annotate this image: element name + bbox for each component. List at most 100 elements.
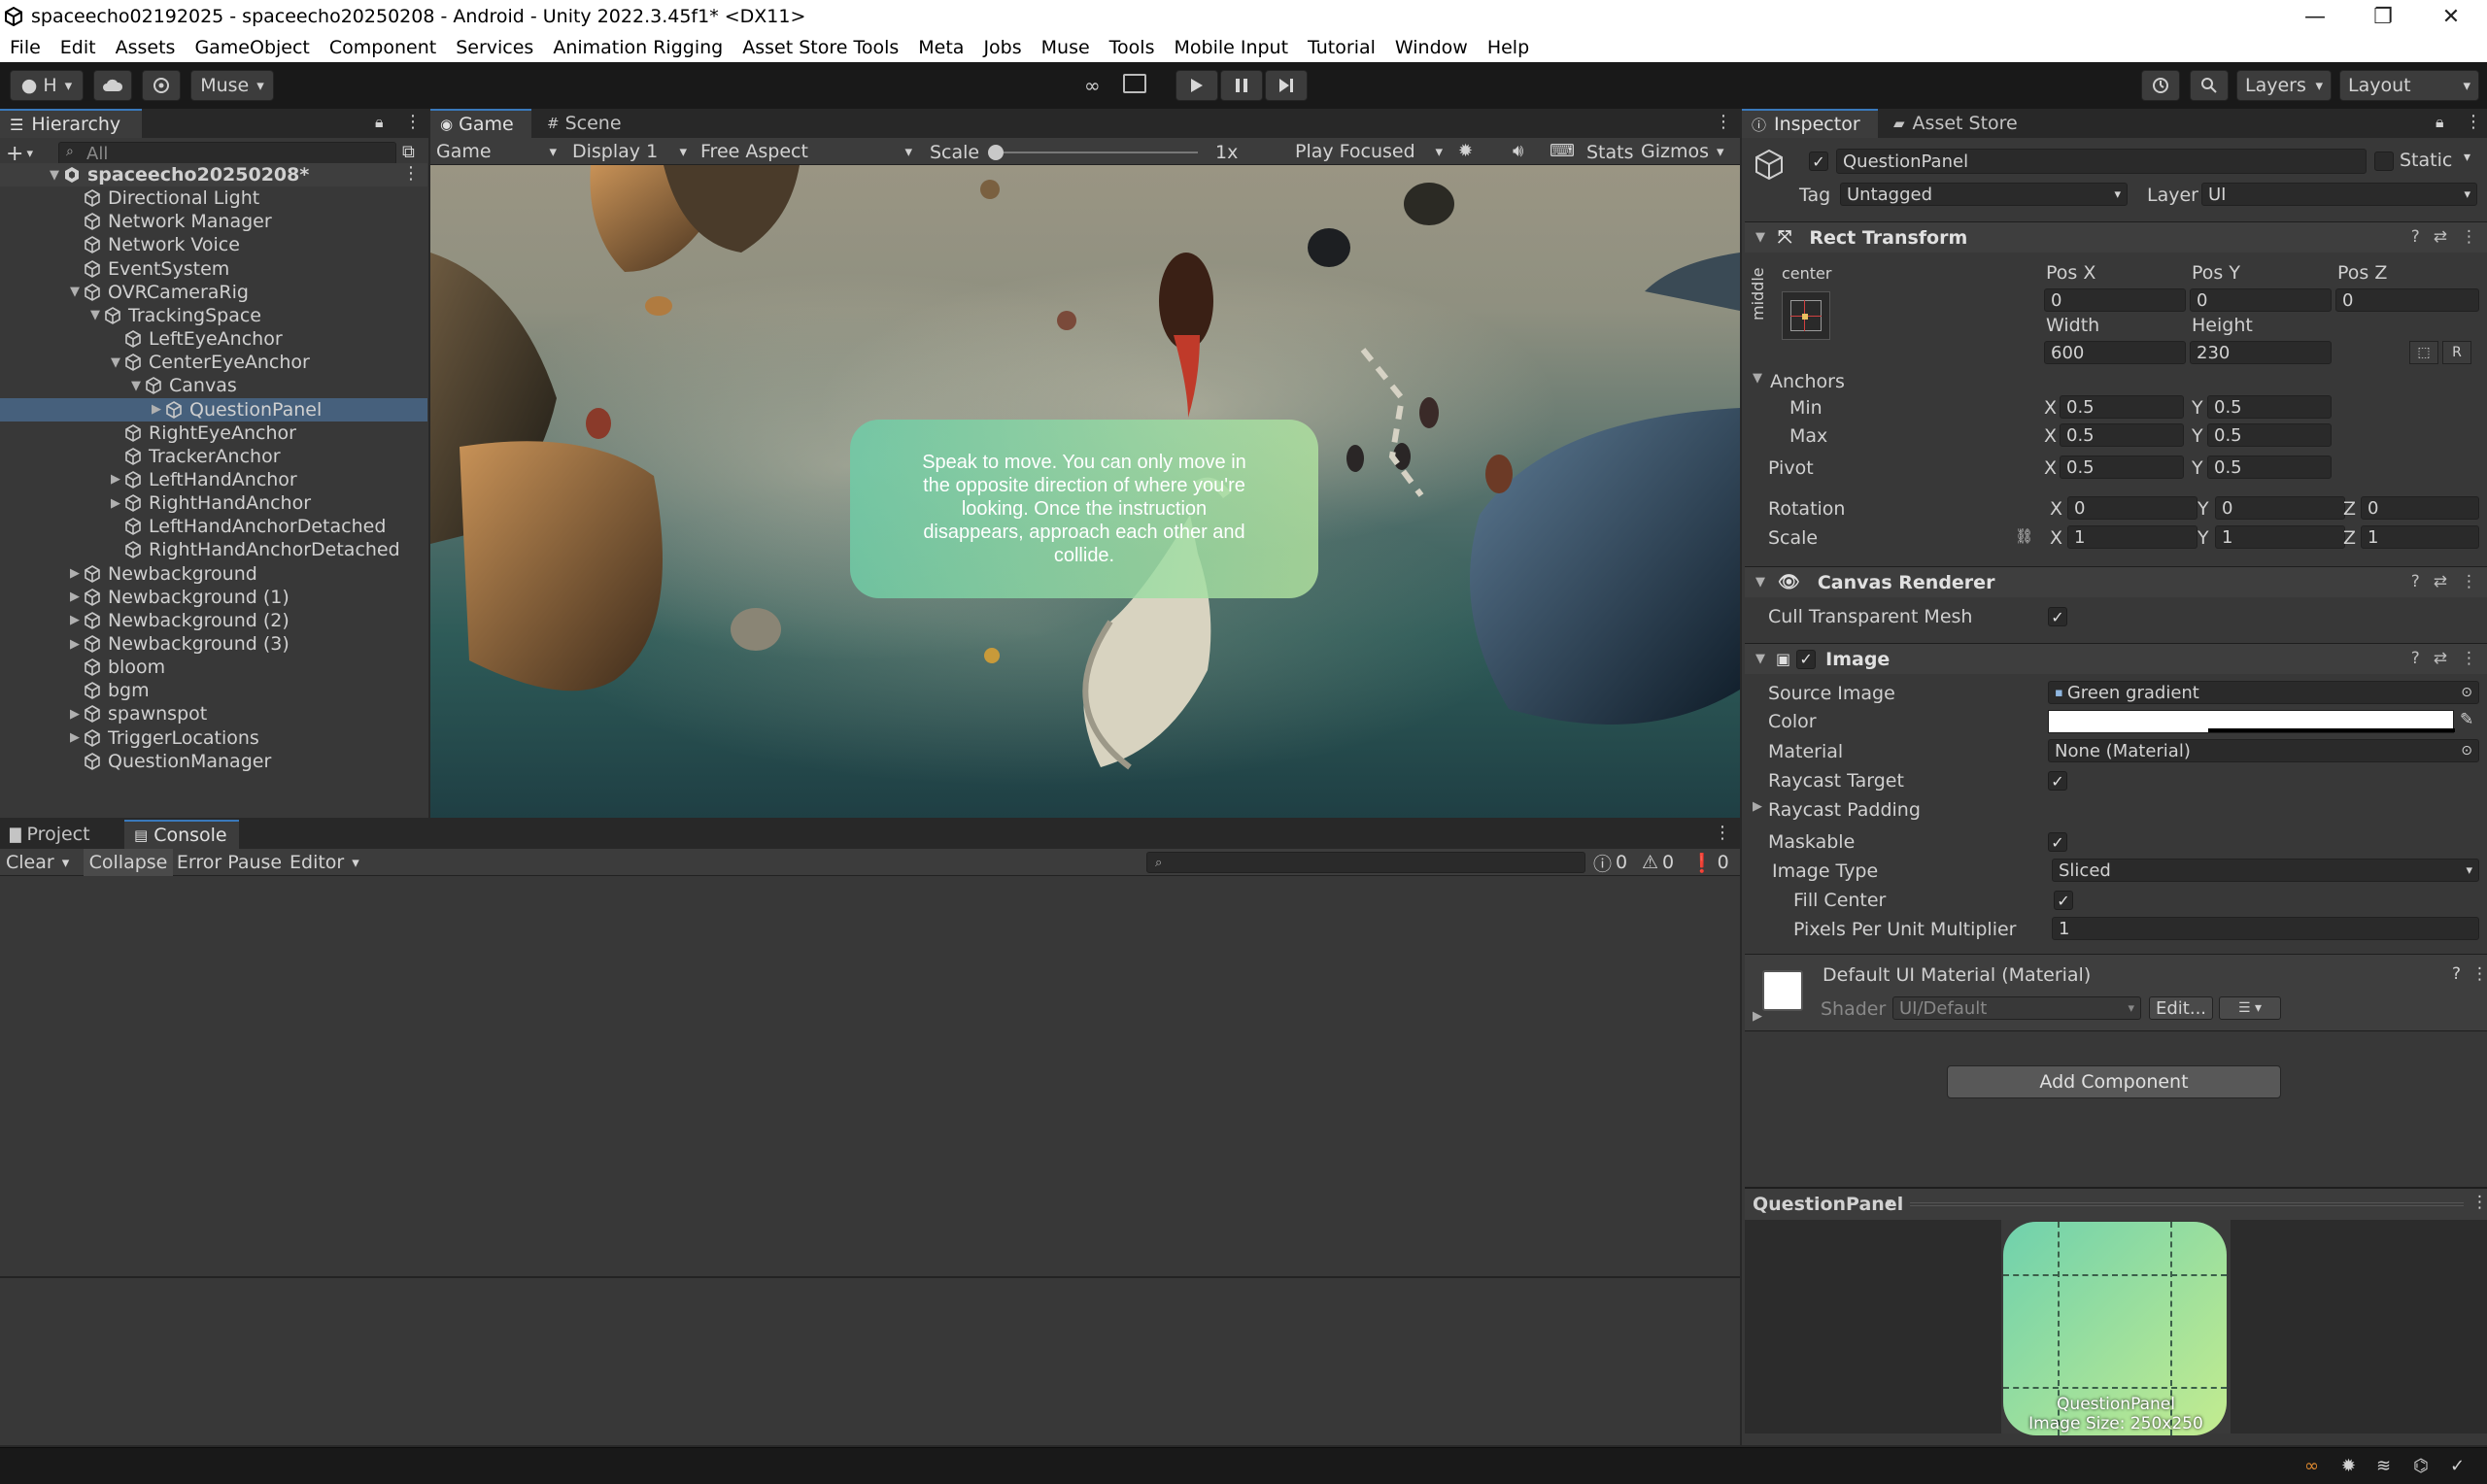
pivot-y-field[interactable]: 0.5: [2207, 455, 2332, 479]
tag-dropdown[interactable]: Untagged ▾: [1840, 183, 2128, 206]
lock-icon[interactable]: 🔒︎: [2436, 113, 2444, 132]
color-swatch[interactable]: [2048, 710, 2455, 733]
view-select-dropdown[interactable]: Game: [436, 140, 562, 163]
menu-jobs[interactable]: Jobs: [983, 37, 1021, 58]
hierarchy-item[interactable]: LeftEyeAnchor: [0, 327, 427, 351]
hierarchy-search-input[interactable]: All: [58, 142, 396, 165]
material-field[interactable]: None (Material) ⊙: [2048, 739, 2479, 762]
eyedropper-icon[interactable]: ✎: [2460, 710, 2473, 729]
preset-icon[interactable]: ⇄: [2434, 227, 2447, 247]
object-name-field[interactable]: QuestionPanel: [1836, 149, 2367, 174]
hierarchy-item[interactable]: RightHandAnchorDetached: [0, 538, 427, 561]
image-enabled-checkbox[interactable]: ✓: [1796, 649, 1817, 669]
help-icon[interactable]: ?: [2411, 649, 2420, 668]
layout-dropdown[interactable]: Layout: [2339, 70, 2479, 101]
log-count-toggle[interactable]: ⓘ 0: [1593, 851, 1638, 875]
hierarchy-item[interactable]: ▶ spawnspot: [0, 702, 427, 725]
hierarchy-item[interactable]: ▶ Newbackground: [0, 562, 427, 586]
static-checkbox[interactable]: [2374, 152, 2394, 171]
link-icon[interactable]: ⛓: [2015, 527, 2033, 545]
rotation-y-field[interactable]: 0: [2215, 496, 2345, 520]
expand-arrow-icon[interactable]: ▼: [87, 308, 103, 322]
raycast-padding-foldout-icon[interactable]: ▶: [1753, 799, 1762, 814]
rect-transform-header[interactable]: ▼ ⤧ Rect Transform ? ⇄ ⋮: [1745, 221, 2487, 253]
collapse-toggle[interactable]: Collapse: [84, 849, 173, 876]
expand-arrow-icon[interactable]: ▶: [67, 637, 83, 652]
expand-arrow-icon[interactable]: ▶: [108, 496, 123, 511]
preview-more-icon[interactable]: ⋮: [2471, 1193, 2487, 1212]
add-component-button[interactable]: Add Component: [1947, 1065, 2281, 1098]
active-checkbox[interactable]: ✓: [1809, 152, 1828, 171]
anchor-min-x-field[interactable]: 0.5: [2060, 395, 2184, 419]
source-image-field[interactable]: ▪ Green gradient ⊙: [2048, 681, 2479, 704]
fill-center-checkbox[interactable]: ✓: [2054, 891, 2073, 910]
preset-icon[interactable]: ⇄: [2434, 572, 2447, 591]
expand-arrow-icon[interactable]: ▶: [67, 707, 83, 722]
meta-infinity-icon[interactable]: ∞: [1084, 74, 1101, 97]
raw-edit-button[interactable]: R: [2442, 341, 2471, 364]
hierarchy-item[interactable]: ▼ TrackingSpace: [0, 304, 427, 327]
hierarchy-item[interactable]: ▶ TriggerLocations: [0, 726, 427, 750]
object-picker-icon[interactable]: ⊙: [2461, 685, 2472, 700]
play-button[interactable]: [1175, 70, 1218, 101]
expand-arrow-icon[interactable]: ▶: [67, 566, 83, 581]
tab-console[interactable]: ▤ Console: [124, 820, 239, 849]
undo-history-button[interactable]: [2141, 70, 2180, 101]
hierarchy-item[interactable]: ▼ Canvas: [0, 374, 427, 397]
error-count-toggle[interactable]: ❗ 0: [1690, 851, 1735, 874]
scale-x-field[interactable]: 1: [2067, 525, 2197, 549]
stats-button[interactable]: Stats: [1586, 142, 1634, 163]
preview-drag-handle[interactable]: [1910, 1202, 2464, 1206]
expand-arrow-icon[interactable]: ▶: [67, 613, 83, 627]
raycast-target-checkbox[interactable]: ✓: [2048, 771, 2067, 791]
rotation-x-field[interactable]: 0: [2067, 496, 2197, 520]
hierarchy-item[interactable]: Directional Light: [0, 186, 427, 210]
expand-arrow-icon[interactable]: ▶: [67, 730, 83, 745]
posx-field[interactable]: 0: [2044, 288, 2186, 312]
expand-arrow-icon[interactable]: ▼: [47, 168, 62, 183]
pause-button[interactable]: [1220, 70, 1263, 101]
create-button[interactable]: + ▾: [6, 142, 41, 166]
hierarchy-item[interactable]: ▶ Newbackground (3): [0, 632, 427, 656]
editor-dropdown[interactable]: Editor: [290, 851, 361, 874]
tab-hierarchy[interactable]: ☰ Hierarchy: [0, 109, 142, 138]
hierarchy-item[interactable]: TrackerAnchor: [0, 445, 427, 468]
component-more-icon[interactable]: ⋮: [2461, 649, 2477, 668]
maximize-button[interactable]: ❐: [2349, 0, 2417, 33]
device-simulator-icon[interactable]: [1123, 74, 1146, 93]
hierarchy-item[interactable]: EventSystem: [0, 257, 427, 281]
expand-arrow-icon[interactable]: ▶: [149, 402, 164, 417]
hierarchy-item[interactable]: ▼ CenterEyeAnchor: [0, 351, 427, 374]
lock-icon[interactable]: 🔒︎: [375, 113, 384, 132]
step-button[interactable]: [1265, 70, 1308, 101]
height-field[interactable]: 230: [2190, 341, 2332, 364]
preview-title[interactable]: QuestionPanel: [1753, 1194, 1903, 1215]
help-icon[interactable]: ?: [2452, 964, 2461, 984]
menu-asset-store-tools[interactable]: Asset Store Tools: [742, 37, 899, 58]
hierarchy-item[interactable]: ▶ Newbackground (1): [0, 586, 427, 609]
network-icon[interactable]: ⌬: [2413, 1456, 2429, 1476]
chevron-down-icon[interactable]: ▾: [1887, 1196, 1893, 1210]
menu-component[interactable]: Component: [329, 37, 436, 58]
scene-row[interactable]: ▼ spaceecho20250208* ⋮: [0, 163, 427, 186]
tab-project[interactable]: ▇ Project: [0, 820, 124, 849]
muse-dropdown[interactable]: Muse: [190, 70, 274, 101]
minimize-button[interactable]: —: [2281, 0, 2349, 33]
tab-inspector[interactable]: ⓘ Inspector: [1742, 109, 1878, 138]
console-more-icon[interactable]: ⋮: [1714, 823, 1731, 843]
hierarchy-item[interactable]: Network Voice: [0, 233, 427, 256]
expand-arrow-icon[interactable]: ▶: [67, 590, 83, 604]
shader-dropdown[interactable]: UI/Default ▾: [1892, 996, 2141, 1020]
cull-transparent-checkbox[interactable]: ✓: [2048, 607, 2067, 626]
search-button[interactable]: [2190, 70, 2229, 101]
menu-help[interactable]: Help: [1487, 37, 1529, 58]
blueprint-mode-button[interactable]: ⬚: [2409, 341, 2438, 364]
error-pause-toggle[interactable]: Error Pause: [175, 849, 284, 876]
play-mode-dropdown[interactable]: Play Focused: [1295, 140, 1448, 163]
component-more-icon[interactable]: ⋮: [2461, 572, 2477, 591]
static-dropdown-icon[interactable]: ▾: [2464, 150, 2470, 165]
account-button[interactable]: ● H: [10, 70, 84, 101]
hierarchy-item[interactable]: ▶ Newbackground (2): [0, 609, 427, 632]
warning-count-toggle[interactable]: ⚠ 0: [1642, 851, 1686, 874]
anchor-presets-button[interactable]: [1782, 291, 1830, 340]
